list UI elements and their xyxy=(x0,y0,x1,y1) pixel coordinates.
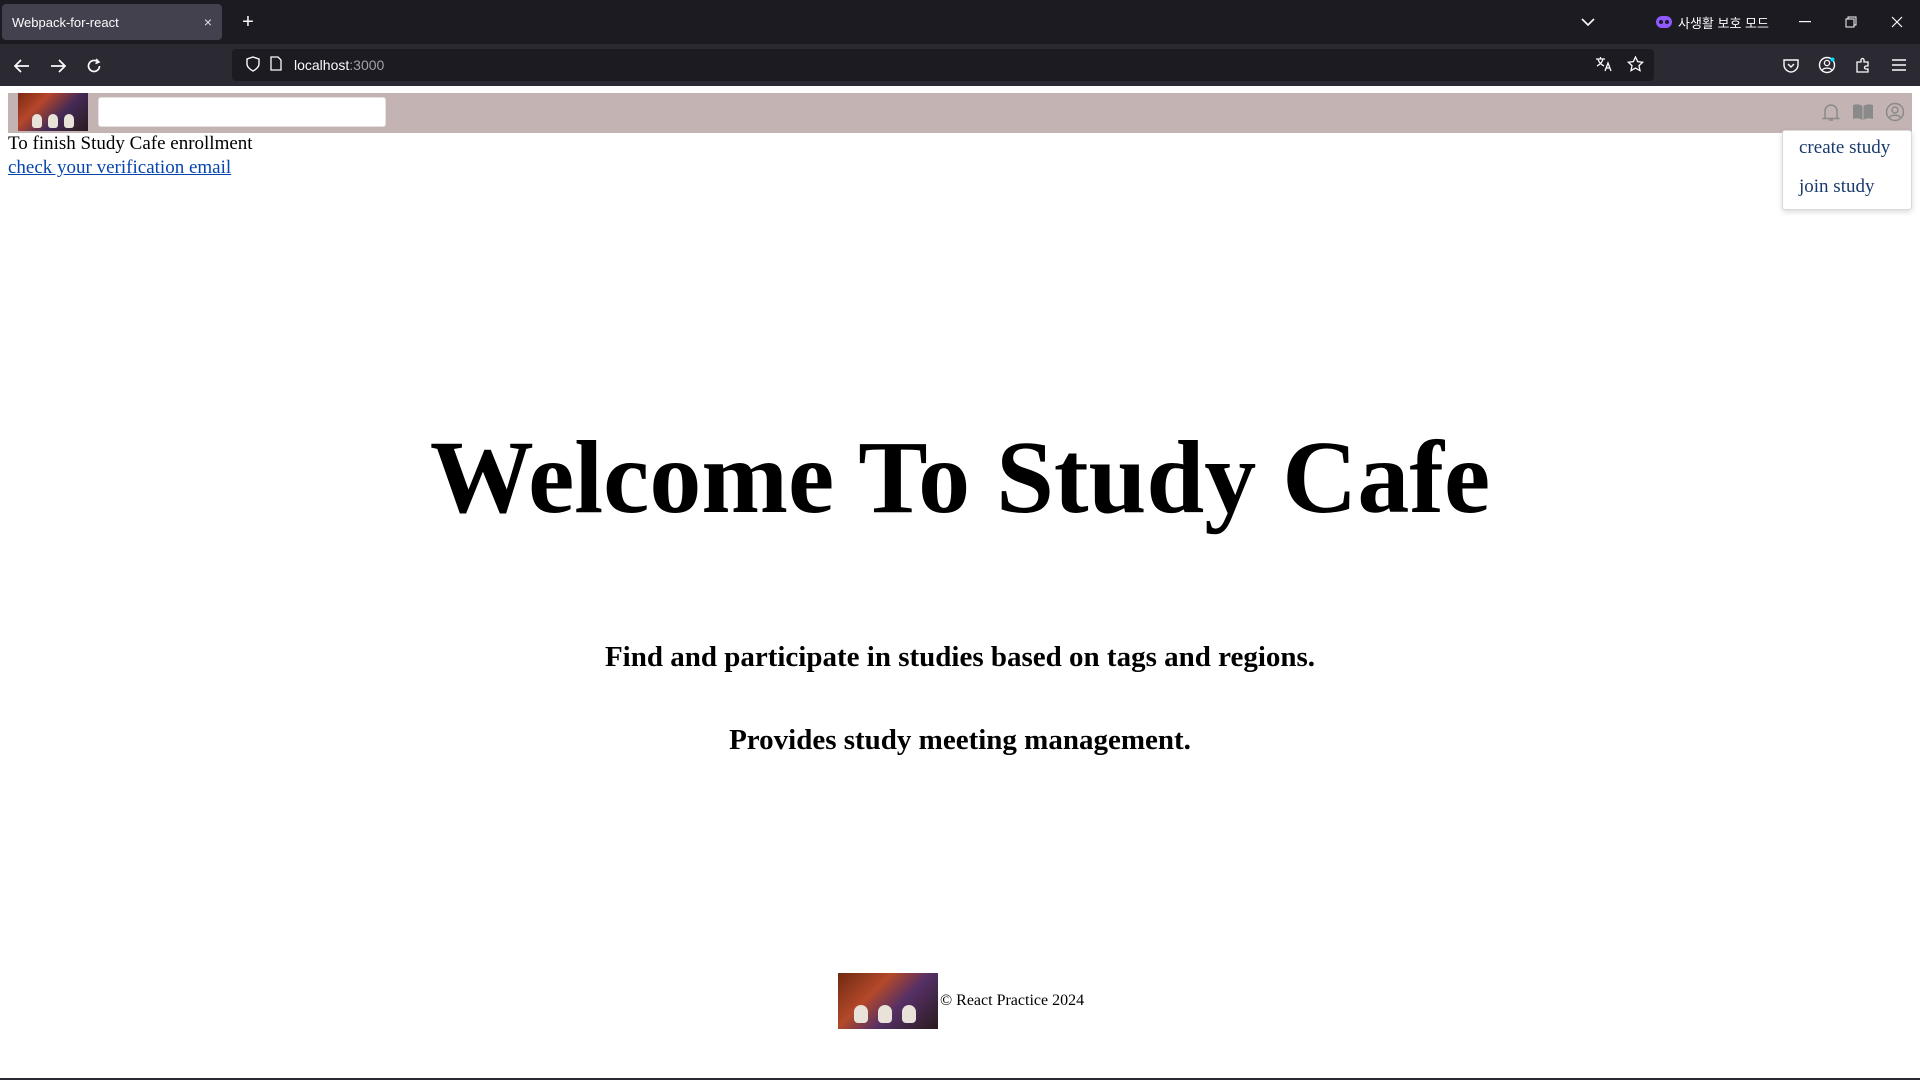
browser-toolbar xyxy=(1778,52,1912,80)
private-mask-icon xyxy=(1656,16,1672,28)
account-icon[interactable] xyxy=(1814,52,1840,78)
hero-subtitle-management: Provides study meeting management. xyxy=(729,724,1191,756)
close-window-icon[interactable] xyxy=(1874,0,1920,44)
translate-icon[interactable] xyxy=(1595,56,1613,75)
menu-hamburger-icon[interactable] xyxy=(1886,52,1912,78)
logo-penguin xyxy=(854,1005,868,1023)
reload-icon[interactable] xyxy=(80,52,108,80)
url-port: :3000 xyxy=(349,57,385,73)
page-icon xyxy=(270,56,282,74)
menu-item-join-study[interactable]: join study xyxy=(1799,176,1874,198)
hero-subtitle-tags: Find and participate in studies based on… xyxy=(604,641,1316,673)
site-footer: © React Practice 2024 xyxy=(838,973,1084,1029)
shield-icon[interactable] xyxy=(246,55,260,75)
private-mode-label: 사생활 보호 모드 xyxy=(1678,15,1769,31)
window-controls xyxy=(1782,0,1920,44)
browser-nav-bar: localhost:3000 xyxy=(0,44,1920,86)
logo-penguin xyxy=(878,1005,892,1023)
logo-penguin xyxy=(32,114,42,128)
logo-penguin xyxy=(64,114,74,128)
tab-title: Webpack-for-react xyxy=(12,14,119,30)
page-title: Welcome To Study Cafe xyxy=(429,420,1491,535)
page-content: create study join study To finish Study … xyxy=(0,86,1920,1080)
menu-item-create-study[interactable]: create study xyxy=(1799,137,1890,159)
bell-icon[interactable] xyxy=(1820,101,1842,123)
tab-list-chevron-icon[interactable] xyxy=(1576,10,1600,34)
back-arrow-icon[interactable] xyxy=(8,52,36,80)
site-header: create study join study xyxy=(8,93,1912,210)
bookmark-star-icon[interactable] xyxy=(1626,54,1645,75)
forward-arrow-icon[interactable] xyxy=(44,52,72,80)
verification-email-link[interactable]: check your verification email xyxy=(8,156,253,180)
tab-close-icon[interactable]: × xyxy=(204,14,212,30)
logo-penguin xyxy=(48,114,58,128)
browser-tab-bar: Webpack-for-react × + 사생활 보호 모드 xyxy=(0,0,1920,44)
footer-logo xyxy=(838,973,938,1029)
logo-penguin xyxy=(902,1005,916,1023)
search-input[interactable] xyxy=(98,97,386,127)
copyright-text: © React Practice 2024 xyxy=(940,992,1085,1009)
browser-tab[interactable]: Webpack-for-react × xyxy=(2,4,222,40)
address-bar[interactable]: localhost:3000 xyxy=(232,49,1654,81)
minimize-icon[interactable] xyxy=(1782,0,1828,44)
header-icons xyxy=(1820,101,1906,123)
new-tab-button[interactable]: + xyxy=(234,8,262,36)
user-circle-icon[interactable] xyxy=(1884,101,1906,123)
site-logo[interactable] xyxy=(18,93,88,131)
pocket-icon[interactable] xyxy=(1778,52,1804,78)
notice-text: To finish Study Cafe enrollment xyxy=(8,133,253,154)
verification-notice: To finish Study Cafe enrollment check yo… xyxy=(8,132,253,180)
extensions-icon[interactable] xyxy=(1850,52,1876,78)
private-mode-indicator: 사생활 보호 모드 xyxy=(1656,10,1769,34)
restore-icon[interactable] xyxy=(1828,0,1874,44)
book-icon[interactable] xyxy=(1852,101,1874,123)
url-host: localhost xyxy=(294,57,350,73)
study-dropdown-menu: create study join study xyxy=(1782,130,1912,210)
